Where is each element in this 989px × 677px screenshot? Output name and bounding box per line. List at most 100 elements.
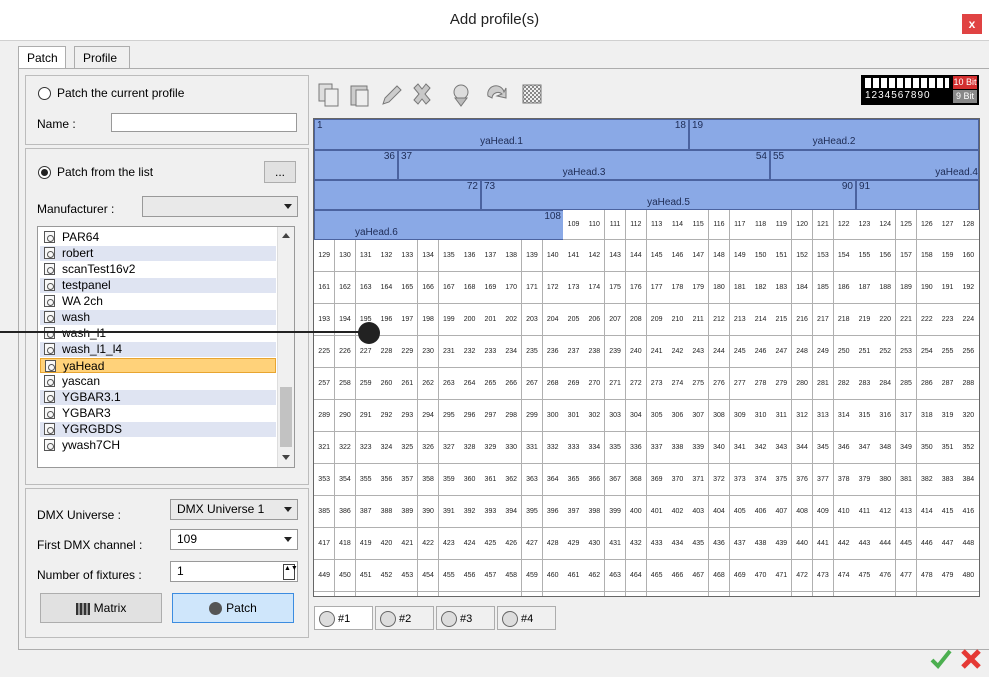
dmx-channel-cell[interactable]: 141: [563, 240, 585, 272]
dmx-channel-cell[interactable]: 487: [438, 592, 460, 596]
dmx-channel-cell[interactable]: 328: [459, 432, 481, 464]
dmx-channel-cell[interactable]: 470: [750, 560, 772, 592]
dmx-channel-cell[interactable]: 269: [563, 368, 585, 400]
dmx-channel-cell[interactable]: 256: [958, 336, 979, 368]
dmx-channel-cell[interactable]: 213: [729, 304, 751, 336]
dmx-channel-cell[interactable]: 140: [542, 240, 564, 272]
dmx-channel-cell[interactable]: 468: [708, 560, 731, 592]
dmx-channel-cell[interactable]: 467: [688, 560, 710, 592]
dmx-channel-cell[interactable]: 191: [937, 272, 959, 304]
dmx-channel-cell[interactable]: 363: [521, 464, 544, 496]
dmx-channel-cell[interactable]: 294: [417, 400, 440, 432]
fixture-block[interactable]: 91: [856, 180, 979, 210]
dmx-channel-cell[interactable]: 444: [875, 528, 897, 560]
dmx-channel-cell[interactable]: 293: [397, 400, 419, 432]
dmx-channel-cell[interactable]: 261: [397, 368, 419, 400]
dmx-channel-cell[interactable]: 150: [750, 240, 772, 272]
list-item[interactable]: YGRGBDS: [40, 422, 276, 437]
dmx-channel-cell[interactable]: 206: [584, 304, 606, 336]
dmx-channel-cell[interactable]: 250: [833, 336, 855, 368]
dmx-channel-cell[interactable]: 368: [625, 464, 647, 496]
redo-arrow-icon[interactable]: [484, 82, 508, 108]
dmx-channel-cell[interactable]: 375: [771, 464, 793, 496]
dmx-channel-cell[interactable]: 317: [895, 400, 918, 432]
dmx-channel-cell[interactable]: 431: [604, 528, 627, 560]
dmx-channel-cell[interactable]: 221: [895, 304, 918, 336]
dmx-channel-cell[interactable]: 322: [334, 432, 357, 464]
dmx-channel-cell[interactable]: 405: [729, 496, 751, 528]
dmx-channel-cell[interactable]: 281: [812, 368, 835, 400]
dmx-channel-cell[interactable]: 255: [937, 336, 959, 368]
download-icon[interactable]: [449, 82, 473, 108]
dmx-channel-cell[interactable]: 495: [604, 592, 627, 596]
dmx-channel-cell[interactable]: 410: [833, 496, 855, 528]
tab-patch[interactable]: Patch: [18, 46, 66, 70]
dmx-channel-cell[interactable]: 296: [459, 400, 481, 432]
dmx-channel-cell[interactable]: 409: [812, 496, 835, 528]
dmx-channel-cell[interactable]: 305: [646, 400, 668, 432]
dmx-channel-cell[interactable]: 311: [771, 400, 793, 432]
matrix-button[interactable]: Matrix: [40, 593, 162, 623]
dmx-channel-cell[interactable]: 151: [771, 240, 793, 272]
dmx-channel-cell[interactable]: 395: [521, 496, 544, 528]
dmx-channel-cell[interactable]: 450: [334, 560, 357, 592]
dmx-channel-cell[interactable]: 371: [688, 464, 710, 496]
dmx-channel-cell[interactable]: 116: [708, 210, 731, 240]
dmx-channel-cell[interactable]: 461: [563, 560, 585, 592]
dmx-channel-cell[interactable]: 202: [501, 304, 523, 336]
dmx-channel-cell[interactable]: 430: [584, 528, 606, 560]
dmx-channel-cell[interactable]: 291: [355, 400, 377, 432]
dmx-channel-cell[interactable]: 333: [563, 432, 585, 464]
dmx-channel-cell[interactable]: 220: [875, 304, 897, 336]
dmx-channel-cell[interactable]: 225: [314, 336, 336, 368]
dmx-channel-cell[interactable]: 268: [542, 368, 564, 400]
dmx-channel-cell[interactable]: 302: [584, 400, 606, 432]
dmx-channel-cell[interactable]: 510: [916, 592, 938, 596]
dmx-channel-cell[interactable]: 192: [958, 272, 979, 304]
dmx-channel-cell[interactable]: 121: [812, 210, 835, 240]
dmx-channel-cell[interactable]: 475: [854, 560, 876, 592]
dmx-channel-cell[interactable]: 359: [438, 464, 460, 496]
dmx-channel-cell[interactable]: 166: [417, 272, 440, 304]
dmx-channel-cell[interactable]: 384: [958, 464, 979, 496]
dmx-channel-cell[interactable]: 145: [646, 240, 668, 272]
dmx-channel-cell[interactable]: 263: [438, 368, 460, 400]
dmx-channel-cell[interactable]: 413: [895, 496, 918, 528]
dmx-channel-cell[interactable]: 123: [854, 210, 876, 240]
dmx-channel-cell[interactable]: 353: [314, 464, 336, 496]
dmx-channel-cell[interactable]: 331: [521, 432, 544, 464]
dmx-channel-cell[interactable]: 303: [604, 400, 627, 432]
dmx-channel-cell[interactable]: 334: [584, 432, 606, 464]
dmx-channel-cell[interactable]: 126: [916, 210, 938, 240]
dmx-channel-cell[interactable]: 222: [916, 304, 938, 336]
dmx-channel-cell[interactable]: 473: [812, 560, 835, 592]
dmx-channel-cell[interactable]: 426: [501, 528, 523, 560]
dmx-channel-cell[interactable]: 208: [625, 304, 647, 336]
dmx-channel-cell[interactable]: 237: [563, 336, 585, 368]
dmx-channel-cell[interactable]: 486: [417, 592, 440, 596]
close-window-button[interactable]: x: [962, 14, 982, 34]
dmx-channel-cell[interactable]: 403: [688, 496, 710, 528]
dmx-channel-cell[interactable]: 289: [314, 400, 336, 432]
dmx-channel-cell[interactable]: 502: [750, 592, 772, 596]
dmx-channel-cell[interactable]: 274: [667, 368, 689, 400]
dmx-channel-cell[interactable]: 144: [625, 240, 647, 272]
dmx-channel-cell[interactable]: 362: [501, 464, 523, 496]
dmx-channel-cell[interactable]: 186: [833, 272, 855, 304]
dmx-channel-cell[interactable]: 181: [729, 272, 751, 304]
dmx-channel-cell[interactable]: 273: [646, 368, 668, 400]
dmx-channel-cell[interactable]: 490: [501, 592, 523, 596]
dmx-channel-cell[interactable]: 254: [916, 336, 938, 368]
dmx-channel-cell[interactable]: 197: [397, 304, 419, 336]
manufacturer-select[interactable]: [142, 196, 298, 217]
list-item[interactable]: wash_l1_l4: [40, 342, 276, 357]
dmx-channel-cell[interactable]: 342: [750, 432, 772, 464]
dmx-channel-cell[interactable]: 377: [812, 464, 835, 496]
dmx-channel-cell[interactable]: 113: [646, 210, 668, 240]
dmx-channel-cell[interactable]: 214: [750, 304, 772, 336]
dmx-channel-cell[interactable]: 184: [791, 272, 814, 304]
fixture-block[interactable]: 73 90 yaHead.5: [481, 180, 856, 210]
dmx-channel-cell[interactable]: 118: [750, 210, 772, 240]
browse-button[interactable]: ...: [264, 161, 296, 183]
dmx-channel-cell[interactable]: 320: [958, 400, 979, 432]
